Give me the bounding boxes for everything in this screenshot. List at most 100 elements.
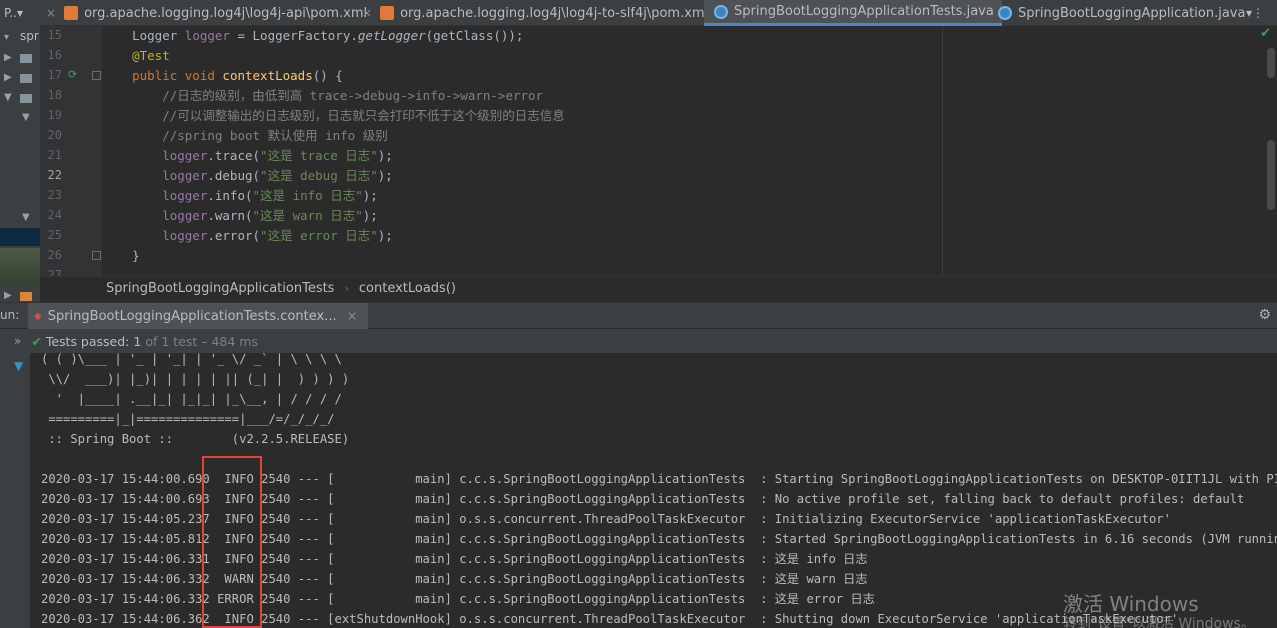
test-run-icon: ◆: [34, 310, 42, 322]
code-token: );: [377, 228, 393, 243]
tab-springboot-logging-tests[interactable]: SpringBootLoggingApplicationTests.java: [704, 0, 1002, 26]
code-token: //spring boot 默认使用 info 级别: [102, 128, 388, 143]
breadcrumb: SpringBootLoggingApplicationTests › cont…: [40, 276, 1277, 300]
code-line: //日志的级别，由低到高 trace->debug->info->warn->e…: [102, 86, 543, 106]
code-token: "这是 warn 日志": [252, 208, 363, 223]
project-tree-panel: ▾ spr ▶ ▶ ▼ ▼ ▼ ▶: [0, 26, 40, 302]
editor-scrollbar-thumb[interactable]: [1267, 48, 1275, 78]
folder-icon: [20, 94, 32, 103]
code-token: "这是 debug 日志": [260, 168, 378, 183]
folder-icon: [20, 54, 32, 63]
code-line: public void contextLoads() {: [102, 66, 343, 86]
scroll-to-end-icon[interactable]: ▼: [14, 359, 23, 373]
code-token: //日志的级别，由低到高 trace->debug->info->warn->e…: [102, 88, 544, 103]
code-token: //可以调整输出的日志级别，日志就只会打印不低于这个级别的日志信息: [102, 108, 565, 123]
code-line: @Test: [102, 46, 170, 66]
tab-springboot-logging-app[interactable]: SpringBootLoggingApplication.java: [994, 0, 1245, 26]
line-number: 22: [47, 168, 62, 182]
tab-overflow-button[interactable]: ▾⋮: [1246, 0, 1264, 26]
maven-xml-icon: [64, 6, 79, 20]
code-token: );: [377, 148, 393, 163]
line-number: 20: [47, 128, 62, 142]
console-toolbar: ▼: [0, 353, 30, 628]
java-class-icon: [998, 6, 1012, 20]
chevron-down-icon[interactable]: ▼: [22, 212, 30, 223]
right-margin-guide: [942, 26, 943, 276]
console-line: :: Spring Boot :: (v2.2.5.RELEASE): [41, 432, 350, 446]
run-panel-label: un:: [0, 308, 20, 322]
console-line: ' |____| .__|_| |_|_| |_\__, | / / / /: [41, 392, 342, 406]
fold-icon[interactable]: [92, 251, 101, 260]
close-icon[interactable]: ×: [362, 6, 372, 20]
code-line: logger.info("这是 info 日志");: [102, 186, 378, 206]
code-token: );: [377, 168, 393, 183]
tab-log4j-api-pom[interactable]: × org.apache.logging.log4j\log4j-api\pom…: [46, 0, 367, 26]
code-token: );: [362, 188, 378, 203]
run-config-tab[interactable]: ◆ SpringBootLoggingApplicationTests.cont…: [28, 303, 368, 329]
project-root-label[interactable]: spr: [20, 29, 39, 43]
activation-watermark-subtitle: 转到"设置"以激活 Windows。: [1063, 616, 1255, 628]
java-class-icon: [714, 4, 728, 19]
console-line: 2020-03-17 15:44:06.332 WARN 2540 --- [ …: [41, 572, 868, 586]
code-token: "这是 trace 日志": [260, 148, 378, 163]
console-line: 2020-03-17 15:44:06.331 INFO 2540 --- [ …: [41, 552, 868, 566]
run-tool-window-header: un: ◆ SpringBootLoggingApplicationTests.…: [0, 302, 1277, 329]
tab-log4j-to-slf4j-pom[interactable]: × org.apache.logging.log4j\log4j-to-slf4…: [362, 0, 708, 26]
code-token: "这是 error 日志": [260, 228, 378, 243]
code-line: }: [102, 246, 140, 266]
maven-xml-icon: [380, 6, 395, 20]
console-line: \\/ ___)| |_)| | | | | || (_| | ) ) ) ): [41, 372, 350, 386]
chevron-down-icon[interactable]: ▾: [4, 32, 9, 43]
tab-label: org.apache.logging.log4j\log4j-api\pom.x…: [84, 5, 368, 21]
breadcrumb-separator: ›: [344, 282, 349, 295]
code-token: Logger: [102, 28, 185, 43]
line-number: 24: [47, 208, 62, 222]
tab-label: org.apache.logging.log4j\log4j-to-slf4j\…: [400, 5, 709, 21]
chevron-down-icon[interactable]: ▼: [22, 112, 30, 123]
chevron-right-icon[interactable]: ▶: [4, 72, 12, 83]
tab-overflow-label: ▾⋮: [1246, 6, 1265, 20]
folder-icon: [20, 74, 32, 83]
line-number: 21: [47, 148, 62, 162]
console-line: ( ( )\___ | '_ | '_| | '_ \/ _` | \ \ \ …: [41, 353, 342, 366]
chevron-down-icon[interactable]: ▼: [4, 92, 12, 103]
code-line: logger.trace("这是 trace 日志");: [102, 146, 393, 166]
code-token: logger: [102, 148, 208, 163]
project-tool-window-button[interactable]: P..▾: [0, 0, 40, 26]
code-token: "这是 info 日志": [252, 188, 363, 203]
code-line: logger.warn("这是 warn 日志");: [102, 206, 378, 226]
code-token: (getClass());: [425, 28, 524, 43]
double-chevron-icon[interactable]: »: [14, 334, 21, 348]
selected-tree-row[interactable]: [0, 228, 40, 246]
code-token: contextLoads: [222, 68, 313, 83]
line-number: 23: [47, 188, 62, 202]
breadcrumb-method[interactable]: contextLoads(): [359, 281, 456, 296]
code-token: () {: [312, 68, 343, 83]
run-test-icon[interactable]: ⟳: [68, 68, 77, 81]
fold-icon[interactable]: [92, 71, 101, 80]
chevron-right-icon[interactable]: ▶: [4, 52, 12, 63]
code-token: logger: [102, 208, 208, 223]
code-token: .error(: [207, 228, 261, 243]
code-token: );: [362, 208, 378, 223]
test-status-bar: » ✔ Tests passed: 1 of 1 test – 484 ms: [0, 329, 1277, 353]
chevron-right-icon[interactable]: ▶: [4, 290, 12, 301]
breadcrumb-class[interactable]: SpringBootLoggingApplicationTests: [106, 281, 334, 296]
code-line: logger.error("这是 error 日志");: [102, 226, 393, 246]
line-number: 15: [47, 28, 62, 42]
tab-label: SpringBootLoggingApplicationTests.java: [734, 4, 994, 19]
code-editor[interactable]: Logger logger = LoggerFactory.getLogger(…: [102, 26, 1277, 276]
code-token: .trace(: [207, 148, 261, 163]
line-numbers: 15 16 17 18 19 20 21 22 23 24 25 26 27: [40, 26, 102, 282]
line-number: 16: [47, 48, 62, 62]
project-label: P..▾: [4, 6, 24, 20]
code-line: Logger logger = LoggerFactory.getLogger(…: [102, 26, 523, 46]
close-icon[interactable]: ×: [347, 309, 358, 324]
code-token: .warn(: [207, 208, 253, 223]
code-token: logger: [102, 188, 208, 203]
run-tab-label: SpringBootLoggingApplicationTests.contex…: [47, 308, 337, 324]
line-number: 25: [47, 228, 62, 242]
editor-scrollbar-thumb[interactable]: [1267, 140, 1275, 210]
close-icon[interactable]: ×: [46, 6, 56, 20]
gear-icon[interactable]: ⚙: [1258, 307, 1271, 323]
